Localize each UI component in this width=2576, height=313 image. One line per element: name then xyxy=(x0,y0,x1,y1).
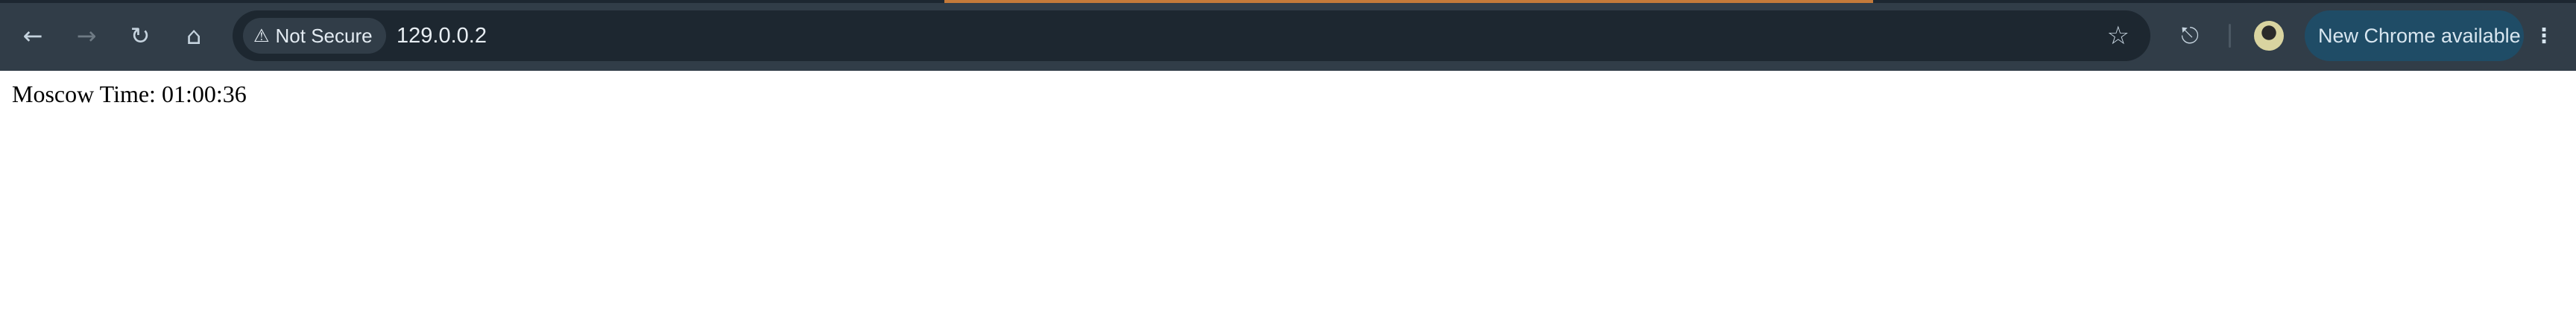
more-icon[interactable]: ⋮ xyxy=(2534,25,2554,48)
update-label: New Chrome available xyxy=(2318,24,2521,47)
moscow-time-text: Moscow Time: 01:00:36 xyxy=(12,80,247,107)
star-icon[interactable]: ☆ xyxy=(2107,18,2130,54)
reload-icon[interactable]: ↻ xyxy=(122,18,158,54)
new-chrome-button[interactable]: New Chrome available ⋮ xyxy=(2305,10,2554,61)
security-label: Not Secure xyxy=(275,24,373,47)
extensions-icon[interactable]: ⎋ xyxy=(2172,18,2208,54)
browser-toolbar: ← → ↻ ⌂ ⚠ Not Secure 129.0.0.2 ☆ ⎋ New C… xyxy=(0,0,2576,71)
security-chip[interactable]: ⚠ Not Secure xyxy=(243,18,386,54)
toolbar-divider xyxy=(2229,24,2231,48)
back-icon[interactable]: ← xyxy=(15,18,51,54)
home-icon[interactable]: ⌂ xyxy=(176,18,212,54)
url-text[interactable]: 129.0.0.2 xyxy=(397,10,487,61)
avatar[interactable] xyxy=(2254,21,2284,51)
warning-icon: ⚠ xyxy=(253,25,270,46)
address-bar[interactable]: ⚠ Not Secure 129.0.0.2 ☆ xyxy=(233,10,2150,61)
active-tab-indicator xyxy=(944,0,1873,3)
forward-icon[interactable]: → xyxy=(69,18,104,54)
